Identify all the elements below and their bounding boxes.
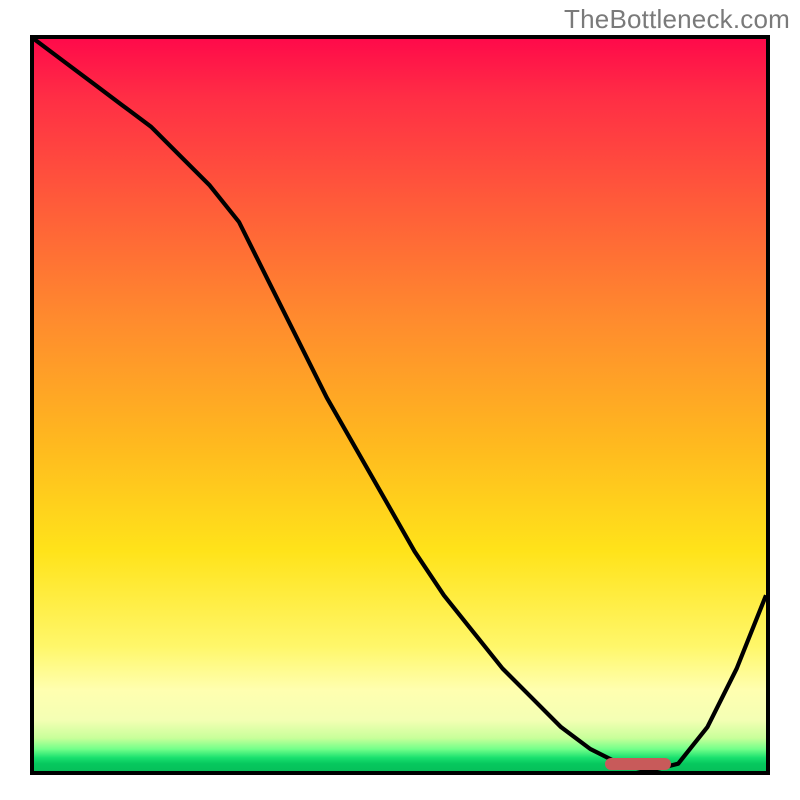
watermark-text: TheBottleneck.com (564, 4, 790, 35)
curve-layer (34, 39, 766, 771)
plot-area (30, 35, 770, 775)
curve-path (34, 39, 766, 771)
highlight-marker (605, 758, 671, 770)
chart-frame: TheBottleneck.com (0, 0, 800, 800)
